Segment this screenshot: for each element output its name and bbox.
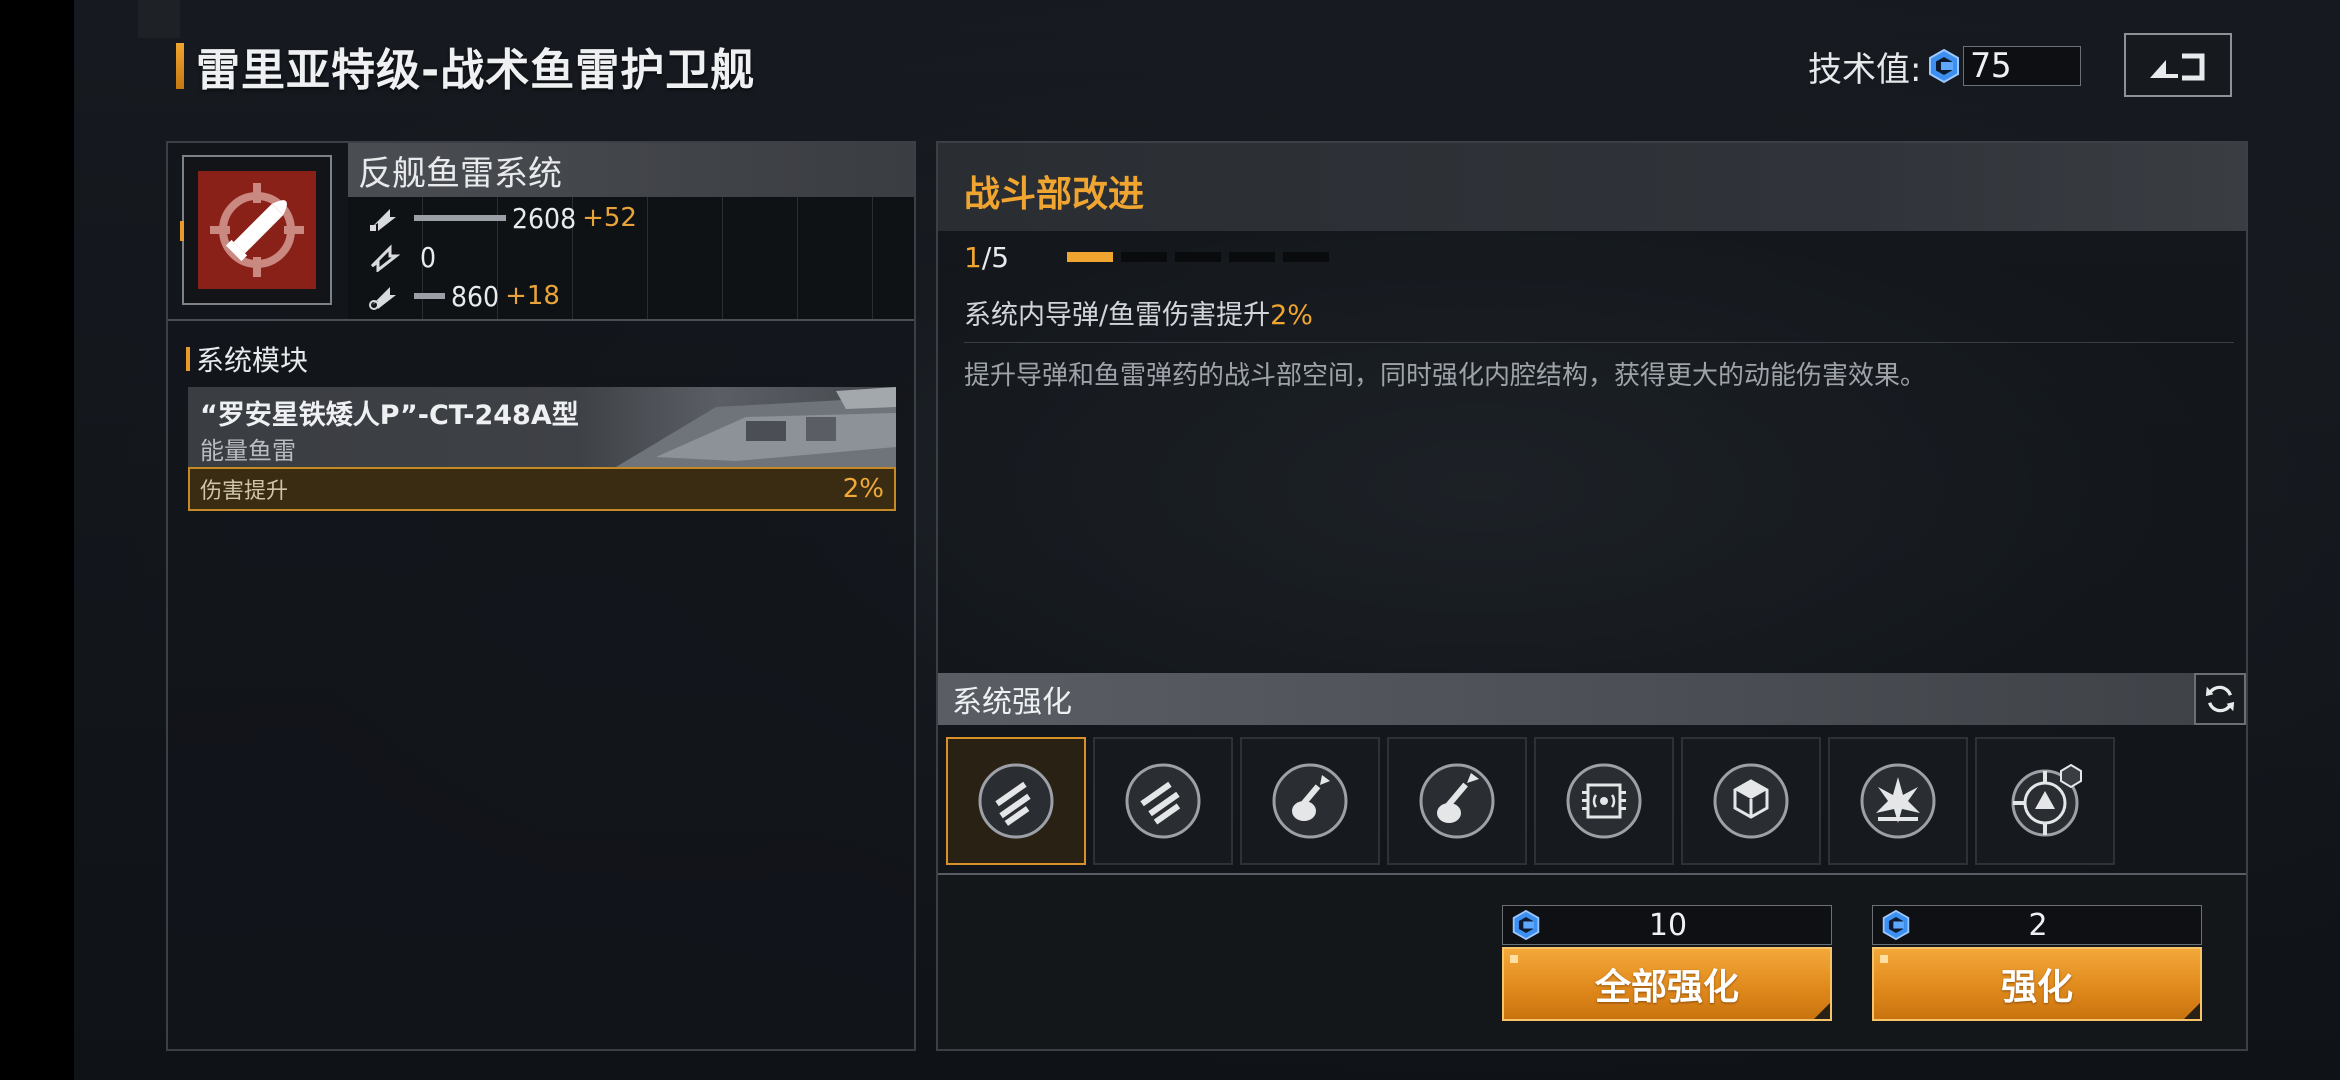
cube-shield-icon	[1713, 763, 1789, 839]
enhance-slot[interactable]	[1093, 737, 1233, 865]
stat-bonus: +18	[505, 281, 560, 311]
enhance-all-button[interactable]: 全部强化	[1502, 947, 1832, 1021]
module-bonus-value: 2%	[842, 474, 884, 504]
explosion-icon	[1860, 763, 1936, 839]
upgrade-level: 1/5	[964, 237, 1337, 277]
modules-section-title: 系统模块	[186, 339, 308, 379]
enhance-title: 系统强化	[952, 685, 1072, 720]
level-pip	[1175, 252, 1222, 262]
tech-value-number: 75	[1970, 46, 2012, 86]
effect-value: 2%	[1270, 300, 1313, 331]
torpedo-artwork	[616, 387, 896, 467]
siege-stat-icon	[369, 287, 396, 310]
back-button[interactable]	[2124, 33, 2232, 97]
stat-value: 2608	[512, 201, 577, 235]
tech-value-box: 75	[1963, 46, 2082, 86]
selection-tick	[180, 221, 184, 241]
enhance-slot[interactable]	[1828, 737, 1968, 865]
enhance-all-cost-value: 10	[1648, 907, 1688, 943]
level-pip	[1121, 252, 1168, 262]
page-title-bar: 雷里亚特级-战术鱼雷护卫舰	[176, 40, 755, 96]
weapon-stats: 2608 +52 0 860 +18	[348, 197, 914, 319]
level-pip	[1283, 252, 1330, 262]
enhance-slot[interactable]	[946, 737, 1086, 865]
upgrade-title: 战斗部改进	[964, 174, 1145, 215]
level-current: 1	[964, 240, 982, 274]
upgrade-header: 战斗部改进	[938, 143, 2246, 231]
enhance-slot[interactable]	[1240, 737, 1380, 865]
upgrade-panel: 战斗部改进 1/5 系统内导弹/鱼雷伤害提升2% 提升导弹和鱼雷弹药的战斗部空间…	[936, 141, 2248, 1051]
enhance-button[interactable]: 强化	[1872, 947, 2202, 1021]
enhance-section-bar: 系统强化	[938, 673, 2246, 725]
stat-value: 0	[420, 240, 437, 274]
weapon-icon-background	[198, 171, 316, 289]
enhance-slot[interactable]	[1387, 737, 1527, 865]
stat-bonus: +52	[582, 203, 637, 233]
modules-title: 系统模块	[196, 344, 309, 377]
effect-text: 系统内导弹/鱼雷伤害提升	[964, 300, 1271, 331]
enhance-group: 2 强化	[1872, 905, 2202, 1021]
upgrade-info: 战斗部改进 1/5 系统内导弹/鱼雷伤害提升2% 提升导弹和鱼雷弹药的战斗部空间…	[938, 143, 2246, 673]
stat-row: 860 +18	[348, 277, 560, 315]
attack-stat-icon	[370, 209, 396, 231]
module-name: “罗安星铁矮人P”-CT-248A型	[200, 400, 579, 431]
guitar-missile-alt-icon	[1419, 763, 1495, 839]
level-pip	[1229, 252, 1276, 262]
module-type: 能量鱼雷	[200, 437, 296, 465]
screen-edge	[0, 0, 74, 1080]
enhance-all-group: 10 全部强化	[1502, 905, 1832, 1021]
missile-rack-alt-icon	[1125, 763, 1201, 839]
module-bonus-row: 伤害提升 2%	[188, 467, 896, 511]
weapon-header: 反舰鱼雷系统 2608 +52 0 860 +18	[168, 143, 914, 321]
enhance-slot[interactable]	[1681, 737, 1821, 865]
refresh-icon	[2205, 685, 2235, 713]
module-card[interactable]: “罗安星铁矮人P”-CT-248A型 能量鱼雷 伤害提升 2%	[188, 387, 896, 511]
guitar-missile-icon	[1272, 763, 1348, 839]
secondary-stat-icon	[370, 244, 401, 272]
level-progress	[1067, 252, 1337, 262]
upgrade-effect: 系统内导弹/鱼雷伤害提升2%	[964, 281, 2234, 343]
stat-row: 2608 +52	[348, 199, 637, 237]
weapon-icon-frame[interactable]	[182, 155, 332, 305]
corner-decoration	[138, 0, 180, 38]
weapon-name-bar: 反舰鱼雷系统	[348, 143, 914, 197]
upgrade-description: 提升导弹和鱼雷弹药的战斗部空间，同时强化内腔结构，获得更大的动能伤害效果。	[964, 361, 1927, 391]
title-accent	[176, 43, 184, 89]
stat-value: 860	[451, 279, 500, 313]
stat-bar	[414, 215, 506, 221]
target-radar-icon	[2011, 763, 2082, 837]
level-max: /5	[981, 240, 1010, 274]
missile-rack-icon	[978, 763, 1054, 839]
enhance-cost-value: 2	[2028, 907, 2048, 943]
module-bonus-label: 伤害提升	[200, 479, 289, 504]
tech-gem-icon	[1927, 48, 1961, 84]
modules-accent	[186, 347, 190, 371]
weapon-panel: 反舰鱼雷系统 2608 +52 0 860 +18 系统模块 “罗安星铁矮人P”…	[166, 141, 916, 1051]
back-icon	[2150, 53, 2205, 81]
stat-row: 0	[348, 238, 442, 276]
enhance-all-cost: 10	[1502, 905, 1832, 945]
stat-bar	[414, 293, 445, 299]
level-pip	[1067, 252, 1114, 262]
page-title: 雷里亚特级-战术鱼雷护卫舰	[196, 45, 756, 96]
torpedo-target-icon	[210, 183, 304, 277]
tech-value-display: 技术值: 75	[1808, 44, 2082, 90]
weapon-name: 反舰鱼雷系统	[358, 153, 562, 194]
enhance-slots	[946, 737, 2122, 867]
enhance-cost: 2	[1872, 905, 2202, 945]
chip-signal-icon	[1566, 763, 1642, 839]
module-card-header: “罗安星铁矮人P”-CT-248A型 能量鱼雷	[188, 387, 896, 467]
tech-value-label: 技术值:	[1808, 49, 1922, 90]
level-text: 1/5	[964, 241, 1009, 274]
enhance-slot[interactable]	[1534, 737, 1674, 865]
enhance-slot[interactable]	[1975, 737, 2115, 865]
refresh-button[interactable]	[2194, 673, 2246, 725]
